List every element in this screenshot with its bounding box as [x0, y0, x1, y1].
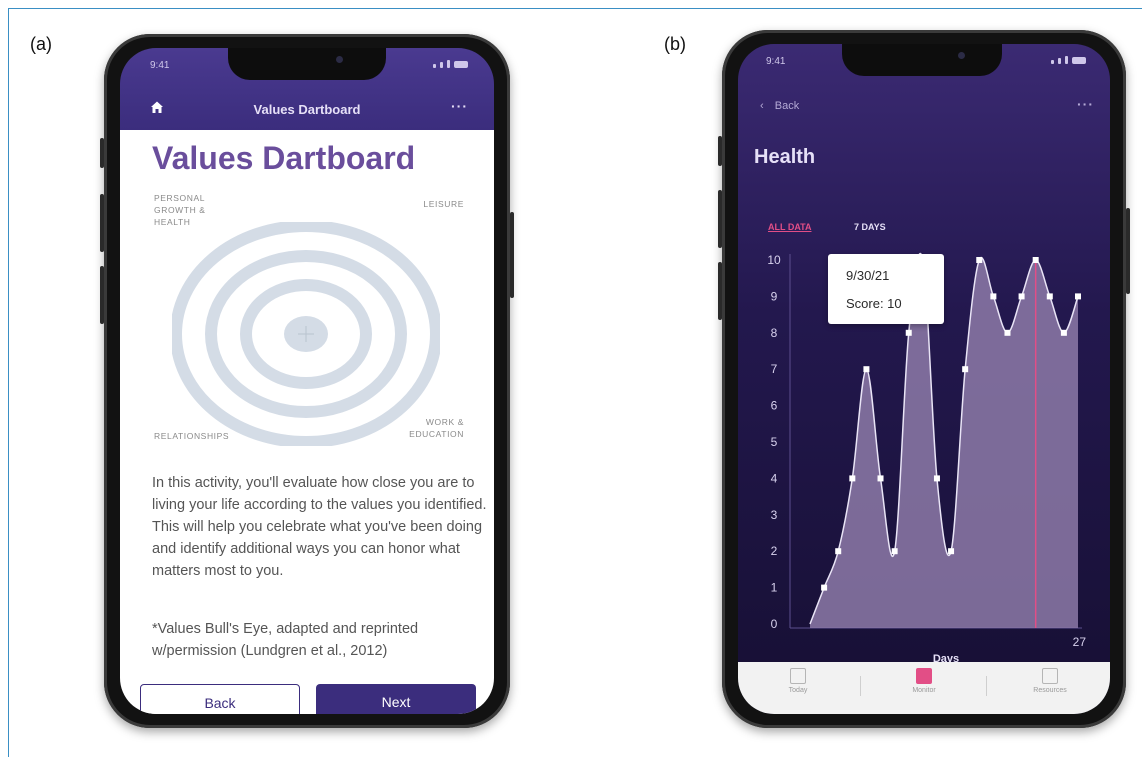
phone-a-power: [510, 212, 514, 298]
signal-icon: [433, 60, 468, 68]
tab-resources[interactable]: Resources: [1010, 668, 1090, 694]
back-button[interactable]: Back: [140, 684, 300, 714]
data-point: [1075, 293, 1081, 300]
screen-title: Health: [754, 146, 816, 168]
tooltip-score: Score: 10: [846, 296, 902, 311]
status-time: 9:41: [150, 60, 170, 71]
chevron-left-icon: ‹: [760, 100, 764, 112]
phone-a-volume-down: [100, 266, 104, 324]
y-tick-label: 10: [767, 253, 781, 267]
grid-icon: [1042, 668, 1058, 684]
panel-label-b: (b): [664, 34, 686, 54]
filter-7-days[interactable]: 7 DAYS: [854, 222, 886, 232]
data-point: [962, 366, 969, 373]
description-text: In this activity, you'll evaluate how cl…: [152, 475, 487, 579]
chart-tooltip: 9/30/21 Score: 10: [828, 254, 944, 324]
data-point: [1004, 329, 1011, 336]
tooltip-date: 9/30/21: [846, 268, 890, 283]
calendar-icon: [790, 668, 806, 684]
data-point: [891, 548, 898, 555]
data-point: [1018, 293, 1025, 300]
y-tick-label: 9: [771, 289, 778, 303]
data-point: [849, 475, 856, 482]
x-tick-label: 27: [1073, 635, 1087, 649]
panel-label-a: (a): [30, 34, 52, 54]
bottom-tab-bar: Today Monitor Resources: [738, 662, 1110, 714]
next-button[interactable]: Next: [316, 684, 476, 714]
more-icon[interactable]: ···: [1077, 96, 1094, 112]
data-point: [990, 293, 997, 300]
figure-border-top: [8, 8, 1142, 9]
filter-all-data[interactable]: ALL DATA: [768, 222, 812, 232]
tab-today[interactable]: Today: [758, 668, 838, 694]
phone-b-power: [1126, 208, 1130, 294]
y-tick-label: 4: [771, 471, 778, 485]
phone-a-volume-up: [100, 194, 104, 252]
data-point: [821, 584, 828, 591]
page-title: Values Dartboard: [152, 140, 416, 176]
y-tick-label: 1: [771, 581, 778, 595]
citation-text: *Values Bull's Eye, adapted and reprinte…: [152, 621, 419, 659]
data-point: [1032, 257, 1039, 263]
data-point: [948, 548, 955, 555]
data-point: [863, 366, 870, 373]
phone-b: 9:41 ‹ Back ··· Health ALL DATA 7 DAYS 0…: [718, 30, 1130, 728]
back-link-label: Back: [774, 100, 800, 112]
phone-a-notch: [228, 48, 386, 80]
y-tick-label: 3: [771, 508, 778, 522]
data-point: [933, 475, 940, 482]
tab-monitor[interactable]: Monitor: [884, 668, 964, 694]
y-tick-label: 7: [771, 362, 778, 376]
y-tick-label: 2: [771, 544, 778, 558]
signal-icon: [1051, 56, 1086, 64]
phone-b-screen: 9:41 ‹ Back ··· Health ALL DATA 7 DAYS 0…: [738, 44, 1110, 714]
y-tick-label: 8: [771, 326, 778, 340]
data-point: [976, 257, 983, 263]
data-point: [905, 329, 912, 336]
header-title: Values Dartboard: [253, 102, 361, 117]
phone-b-volume-up: [718, 190, 722, 248]
phone-a: 9:41 Values Dartboard ··· Values Dartboa…: [100, 34, 514, 728]
y-tick-label: 5: [771, 435, 778, 449]
data-point: [835, 548, 842, 555]
data-point: [1060, 329, 1067, 336]
quadrant-top-right: LEISURE: [423, 199, 464, 209]
dartboard[interactable]: [172, 222, 440, 446]
status-time: 9:41: [766, 56, 786, 67]
phone-a-side-button: [100, 138, 104, 168]
phone-b-volume-down: [718, 262, 722, 320]
data-point: [877, 475, 884, 482]
more-icon[interactable]: ···: [451, 98, 468, 114]
phone-b-notch: [842, 44, 1002, 76]
back-link[interactable]: ‹ Back: [760, 100, 799, 112]
chart-icon: [916, 668, 932, 684]
page-body: Values Dartboard PERSONAL GROWTH & HEALT…: [120, 130, 494, 714]
phone-a-screen: 9:41 Values Dartboard ··· Values Dartboa…: [120, 48, 494, 714]
y-tick-label: 6: [771, 399, 778, 413]
figure-border-left: [8, 8, 9, 757]
data-point: [1046, 293, 1053, 300]
phone-b-side-button: [718, 136, 722, 166]
y-tick-label: 0: [771, 617, 778, 631]
